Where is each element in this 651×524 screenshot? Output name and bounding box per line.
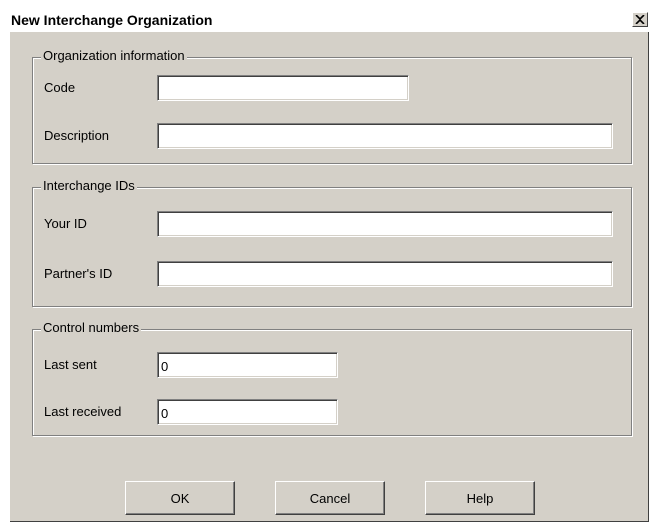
interchange-ids-group: Interchange IDs Your ID Partner's ID [32, 178, 632, 307]
partners-id-input[interactable] [157, 261, 613, 287]
code-label: Code [44, 80, 76, 95]
description-input[interactable] [157, 123, 613, 149]
control-numbers-legend: Control numbers [41, 320, 142, 335]
dialog-window: New Interchange Organization Organizatio… [9, 9, 649, 522]
last-sent-input[interactable] [157, 352, 338, 378]
partners-id-label: Partner's ID [44, 266, 113, 281]
description-label: Description [44, 128, 110, 143]
close-button[interactable] [632, 12, 648, 27]
organization-information-legend: Organization information [41, 48, 187, 63]
dialog-title: New Interchange Organization [11, 12, 213, 28]
last-sent-label: Last sent [44, 357, 97, 372]
your-id-label: Your ID [44, 216, 87, 231]
help-button[interactable]: Help [425, 481, 535, 515]
organization-information-group: Organization information Code Descriptio… [32, 48, 632, 164]
control-numbers-group: Control numbers Last sent Last received [32, 320, 632, 436]
ok-button[interactable]: OK [125, 481, 235, 515]
title-bar: New Interchange Organization [9, 9, 649, 32]
cancel-button[interactable]: Cancel [275, 481, 385, 515]
close-icon [635, 15, 645, 24]
last-received-label: Last received [44, 404, 122, 419]
interchange-ids-legend: Interchange IDs [41, 178, 137, 193]
code-input[interactable] [157, 75, 409, 101]
last-received-input[interactable] [157, 399, 338, 425]
your-id-input[interactable] [157, 211, 613, 237]
